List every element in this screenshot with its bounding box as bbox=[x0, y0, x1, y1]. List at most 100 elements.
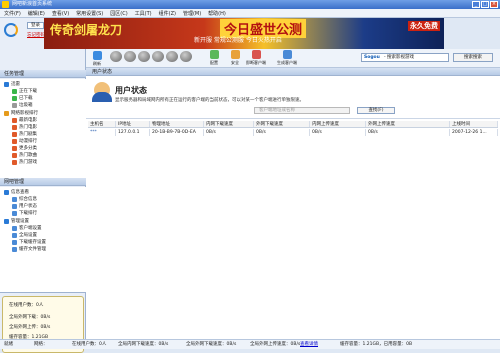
tree-item-anime[interactable]: 动漫排行 bbox=[12, 138, 37, 144]
menu-file[interactable]: 文件(F) bbox=[4, 10, 21, 17]
col-lan-up[interactable]: 内网上传速度 bbox=[310, 121, 366, 127]
shield-icon bbox=[230, 50, 240, 59]
status-out-up: 全局外网上传速度：0B/s bbox=[250, 342, 301, 347]
tree-item-xunlei[interactable]: 迅雷 bbox=[4, 81, 20, 87]
find-button[interactable]: 查找(F) bbox=[357, 107, 395, 114]
tree-item-more[interactable]: 更多分类 bbox=[12, 145, 37, 151]
col-wan-down[interactable]: 外网下载速度 bbox=[254, 121, 310, 127]
tree-item-new-movies[interactable]: 最新电影 bbox=[12, 117, 37, 123]
client-filter-input[interactable]: 客户端地址或名称 bbox=[254, 107, 350, 114]
page-description: 显示服务器和局域网内所有正在运行的客户端的当前状态，可以对某一个客户端进行单独限… bbox=[115, 98, 304, 103]
down-icon[interactable] bbox=[180, 51, 192, 62]
menu-view[interactable]: 查看(V) bbox=[52, 10, 69, 17]
tree-item-cache-settings[interactable]: 下载缓存设置 bbox=[12, 239, 46, 245]
client-icon bbox=[12, 225, 17, 231]
divider bbox=[86, 118, 500, 119]
tree-item-overview[interactable]: 综合信息 bbox=[12, 196, 37, 202]
minimize-button[interactable]: _ bbox=[472, 1, 480, 8]
window-title: 网吧新浪首页系统 bbox=[12, 1, 53, 7]
col-online-time[interactable]: 上线时间 bbox=[450, 121, 498, 127]
page-title: 用户状态 bbox=[115, 86, 147, 95]
tree-item-downloading[interactable]: 正在下载 bbox=[12, 88, 37, 94]
forgot-password-link[interactable]: 忘记密码 bbox=[27, 32, 45, 38]
tv-icon bbox=[12, 131, 17, 137]
tree-item-downloaded[interactable]: 已下载 bbox=[12, 95, 33, 101]
network-header: 网吧管理 bbox=[0, 178, 86, 186]
app-icon bbox=[2, 1, 9, 8]
tree-item-global-settings[interactable]: 全局设置 bbox=[12, 232, 37, 238]
cache-icon bbox=[12, 239, 17, 245]
file-icon bbox=[12, 246, 17, 252]
config-button[interactable]: 配置 bbox=[206, 50, 222, 66]
tree-item-hot-songs[interactable]: 热门歌曲 bbox=[12, 152, 37, 158]
refresh-button[interactable]: 刷新 bbox=[89, 51, 105, 67]
movie-icon bbox=[12, 117, 17, 123]
tree-item-cache-files[interactable]: 缓存文件管理 bbox=[12, 246, 46, 252]
tree-item-trash[interactable]: 垃圾箱 bbox=[12, 102, 33, 108]
login-button[interactable]: 登录 bbox=[27, 22, 44, 29]
menu-tools[interactable]: 工具(T) bbox=[135, 10, 152, 17]
disconnect-icon bbox=[251, 50, 261, 59]
status-in-down: 全局内网下载速度：0B/s bbox=[118, 342, 169, 347]
tree-item-user-status[interactable]: 用户状态 bbox=[12, 203, 37, 209]
details-link[interactable]: 查看详情 bbox=[300, 340, 318, 349]
menu-edit[interactable]: 编辑(E) bbox=[28, 10, 45, 17]
col-wan-up[interactable]: 外网上传速度 bbox=[366, 121, 450, 127]
game-icon bbox=[12, 159, 17, 165]
menu-manage[interactable]: 管理(M) bbox=[183, 10, 201, 17]
search-button[interactable]: 搜索搜索 bbox=[453, 53, 493, 62]
nav-back-icon[interactable] bbox=[110, 51, 122, 62]
nav-forward-icon[interactable] bbox=[124, 51, 136, 62]
download-icon bbox=[12, 88, 17, 94]
col-mac[interactable]: 物理地址 bbox=[150, 121, 204, 127]
col-lan-down[interactable]: 内网下载速度 bbox=[204, 121, 254, 127]
tree-item-ranking[interactable]: 网络影视排行 bbox=[4, 110, 38, 116]
disconnect-client-button[interactable]: 即断客户端 bbox=[246, 50, 266, 66]
gear-icon bbox=[4, 218, 9, 224]
tree-item-hot-movies[interactable]: 热门电影 bbox=[12, 124, 37, 130]
close-button[interactable]: × bbox=[490, 1, 498, 8]
ad-banner[interactable]: 传奇剑屠龙刀 今日盛世公测 新开服 常规公测服 今日火热开启 永久免费 bbox=[44, 18, 444, 49]
status-out-down: 全局外网下载速度：0B/s bbox=[186, 342, 237, 347]
menu-components[interactable]: 组件(Z) bbox=[159, 10, 176, 17]
table-row[interactable]: *** 127.0.0.1 20-1B-B9-7B-0D-EA 0B/s 0B/… bbox=[88, 129, 498, 136]
tree-item-hot-series[interactable]: 热门剧集 bbox=[12, 131, 37, 137]
check-icon bbox=[12, 95, 17, 101]
status-cache: 缓存容量：1.21GB，已用容量：0B bbox=[340, 342, 413, 347]
network-tree: 信息查看 综合信息 用户状态 下载排行 管理设置 客户端设置 全局设置 下载缓存… bbox=[0, 187, 86, 293]
status-users: 在线用户数：0人 bbox=[72, 342, 107, 347]
tree-item-download-rank[interactable]: 下载排行 bbox=[12, 210, 37, 216]
menu-campus[interactable]: 园区(C) bbox=[110, 10, 127, 17]
anime-icon bbox=[12, 138, 17, 144]
maximize-button[interactable]: □ bbox=[481, 1, 489, 8]
menu-help[interactable]: 帮助(H) bbox=[208, 10, 226, 17]
folder-icon bbox=[4, 110, 9, 116]
menu-bar: 文件(F) 编辑(E) 查看(V) 常用设置(S) 园区(C) 工具(T) 组件… bbox=[0, 9, 500, 18]
tree-item-info[interactable]: 信息查看 bbox=[4, 189, 29, 195]
stat-total-up: 全局外网上传：0B/s bbox=[9, 325, 51, 330]
toolbar: 刷新 配置 安全 即断客户端 生成客户端 Sogou - 搜索影视游戏 搜索搜索 bbox=[86, 49, 500, 68]
title-bar: 网吧新浪首页系统 _ □ × bbox=[0, 0, 500, 9]
info-icon bbox=[4, 189, 9, 195]
security-button[interactable]: 安全 bbox=[227, 50, 243, 66]
search-input[interactable]: Sogou - 搜索影视游戏 bbox=[361, 53, 449, 62]
banner-text-3: 新开服 常规公测服 今日火热开启 bbox=[194, 37, 282, 44]
col-hostname[interactable]: 主机名 bbox=[88, 121, 116, 127]
up-icon[interactable] bbox=[166, 51, 178, 62]
rank-icon bbox=[12, 210, 17, 216]
user-status-panel: 用户状态 用户状态 显示服务器和局域网内所有正在运行的客户端的当前状态，可以对某… bbox=[86, 68, 500, 339]
tree-item-client-settings[interactable]: 客户端设置 bbox=[12, 225, 42, 231]
pause-icon[interactable] bbox=[152, 51, 164, 62]
menu-settings[interactable]: 常用设置(S) bbox=[76, 10, 103, 17]
banner-text-1: 传奇剑屠龙刀 bbox=[50, 23, 123, 37]
banner-text-4: 永久免费 bbox=[408, 21, 440, 31]
col-ip[interactable]: IP地址 bbox=[116, 121, 150, 127]
tree-item-manage[interactable]: 管理设置 bbox=[4, 218, 29, 224]
tree-item-hot-games[interactable]: 热门游戏 bbox=[12, 159, 37, 165]
config-icon bbox=[209, 50, 219, 59]
stop-icon[interactable] bbox=[138, 51, 150, 62]
xunlei-icon bbox=[4, 81, 9, 87]
generate-client-button[interactable]: 生成客户端 bbox=[277, 50, 297, 66]
user-icon bbox=[92, 82, 112, 102]
refresh-icon bbox=[92, 51, 102, 60]
